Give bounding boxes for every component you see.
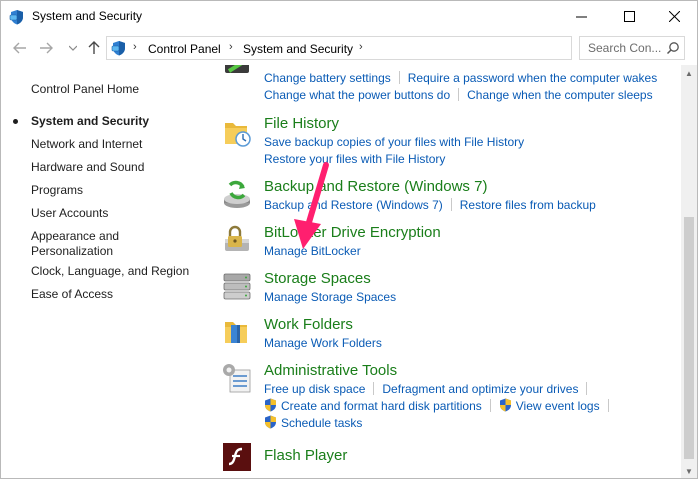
scroll-up-icon[interactable]: ▲ <box>681 65 697 81</box>
work-folders-links: Manage Work Folders <box>264 335 382 352</box>
link-separator <box>458 88 460 101</box>
flash-player-icon <box>223 443 251 471</box>
up-button[interactable] <box>85 39 103 57</box>
sidebar-item-network-and-internet[interactable]: Network and Internet <box>31 137 142 152</box>
search-icon[interactable] <box>666 41 680 55</box>
link-create-format-partitions[interactable]: Create and format hard disk partitions <box>281 399 482 413</box>
uac-shield-icon <box>499 398 511 412</box>
window-title: System and Security <box>32 9 143 23</box>
chevron-right-icon[interactable]: › <box>359 41 363 53</box>
close-icon <box>668 11 680 22</box>
sidebar-item-user-accounts[interactable]: User Accounts <box>31 206 108 221</box>
link-separator <box>373 382 375 395</box>
link-change-battery-settings[interactable]: Change battery settings <box>264 71 391 85</box>
link-manage-work-folders[interactable]: Manage Work Folders <box>264 336 382 350</box>
control-panel-window: System and Security › Control Panel › Sy… <box>0 0 698 479</box>
link-separator <box>586 382 588 395</box>
back-button[interactable] <box>11 39 29 57</box>
bitlocker-icon <box>225 225 249 251</box>
power-options-icon <box>225 65 249 73</box>
arrow-up-icon <box>88 41 100 54</box>
minimize-button[interactable] <box>558 1 604 32</box>
control-panel-icon <box>9 10 23 25</box>
chevron-right-icon[interactable]: › <box>229 41 233 53</box>
link-manage-bitlocker[interactable]: Manage BitLocker <box>264 244 361 258</box>
link-backup-and-restore[interactable]: Backup and Restore (Windows 7) <box>264 198 443 212</box>
administrative-tools-links: Free up disk space Defragment and optimiz… <box>264 381 617 432</box>
link-separator <box>450 198 452 211</box>
category-title-file-history[interactable]: File History <box>264 115 339 132</box>
category-title-backup-and-restore[interactable]: Backup and Restore (Windows 7) <box>264 178 487 195</box>
close-button[interactable] <box>651 1 697 32</box>
link-restore-files[interactable]: Restore your files with File History <box>264 152 445 166</box>
link-separator <box>398 71 400 84</box>
chevron-down-icon <box>69 45 77 51</box>
work-folders-icon <box>225 322 247 343</box>
address-bar[interactable]: › Control Panel › System and Security › <box>106 36 668 60</box>
minimize-icon <box>575 16 587 18</box>
arrow-right-icon <box>40 42 53 54</box>
file-history-icon <box>225 123 251 147</box>
sidebar: Control Panel Home System and Security N… <box>1 65 211 478</box>
current-page-indicator <box>13 119 18 124</box>
link-separator <box>607 399 609 412</box>
uac-shield-icon <box>265 415 276 429</box>
sidebar-item-ease-of-access[interactable]: Ease of Access <box>31 287 113 302</box>
storage-spaces-icon <box>223 273 251 300</box>
category-title-storage-spaces[interactable]: Storage Spaces <box>264 270 371 287</box>
link-manage-storage-spaces[interactable]: Manage Storage Spaces <box>264 290 396 304</box>
power-options-links: Change battery settings Require a passwor… <box>264 70 657 104</box>
file-history-links: Save backup copies of your files with Fi… <box>264 134 524 168</box>
category-title-flash-player[interactable]: Flash Player <box>264 447 347 464</box>
sidebar-item-system-and-security[interactable]: System and Security <box>31 114 149 129</box>
uac-shield-icon <box>265 398 276 412</box>
title-bar: System and Security <box>1 1 697 32</box>
link-schedule-tasks[interactable]: Schedule tasks <box>281 416 362 430</box>
sidebar-item-programs[interactable]: Programs <box>31 183 83 198</box>
category-title-work-folders[interactable]: Work Folders <box>264 316 353 333</box>
breadcrumb-control-panel[interactable]: Control Panel <box>148 42 221 56</box>
bitlocker-links: Manage BitLocker <box>264 243 361 260</box>
link-require-password-on-wake[interactable]: Require a password when the computer wak… <box>408 71 657 85</box>
link-free-up-disk-space[interactable]: Free up disk space <box>264 382 365 396</box>
vertical-scrollbar[interactable]: ▲ ▼ <box>681 65 697 478</box>
maximize-button[interactable] <box>606 1 652 32</box>
search-input[interactable] <box>580 37 664 59</box>
scroll-down-icon[interactable]: ▼ <box>681 463 697 478</box>
forward-button[interactable] <box>37 39 55 57</box>
backup-restore-icon <box>224 180 250 208</box>
recent-locations-button[interactable] <box>64 39 82 57</box>
link-separator <box>489 399 491 412</box>
scrollbar-thumb[interactable] <box>684 217 694 459</box>
sidebar-item-hardware-and-sound[interactable]: Hardware and Sound <box>31 160 144 175</box>
sidebar-item-appearance-and-personalization[interactable]: Appearance and Personalization <box>31 229 119 259</box>
link-view-event-logs[interactable]: View event logs <box>516 399 600 413</box>
link-restore-files-from-backup[interactable]: Restore files from backup <box>460 198 596 212</box>
link-change-sleep-time[interactable]: Change when the computer sleeps <box>467 88 652 102</box>
category-title-bitlocker[interactable]: BitLocker Drive Encryption <box>264 224 441 241</box>
category-list: Change battery settings Require a passwor… <box>211 65 681 478</box>
chevron-right-icon[interactable]: › <box>133 41 137 53</box>
backup-and-restore-links: Backup and Restore (Windows 7) Restore fi… <box>264 197 596 214</box>
administrative-tools-icon <box>223 364 251 393</box>
sidebar-item-control-panel-home[interactable]: Control Panel Home <box>31 82 139 97</box>
category-title-administrative-tools[interactable]: Administrative Tools <box>264 362 397 379</box>
arrow-left-icon <box>13 42 26 54</box>
control-panel-icon <box>111 41 125 56</box>
link-defragment-drives[interactable]: Defragment and optimize your drives <box>382 382 578 396</box>
link-change-power-buttons[interactable]: Change what the power buttons do <box>264 88 450 102</box>
breadcrumb-system-and-security[interactable]: System and Security <box>243 42 353 56</box>
navigation-bar: › Control Panel › System and Security › <box>1 32 697 65</box>
sidebar-item-clock-language-region[interactable]: Clock, Language, and Region <box>31 264 189 279</box>
search-box[interactable] <box>579 36 685 60</box>
link-save-backup-copies[interactable]: Save backup copies of your files with Fi… <box>264 135 524 149</box>
maximize-icon <box>623 11 635 22</box>
storage-spaces-links: Manage Storage Spaces <box>264 289 396 306</box>
